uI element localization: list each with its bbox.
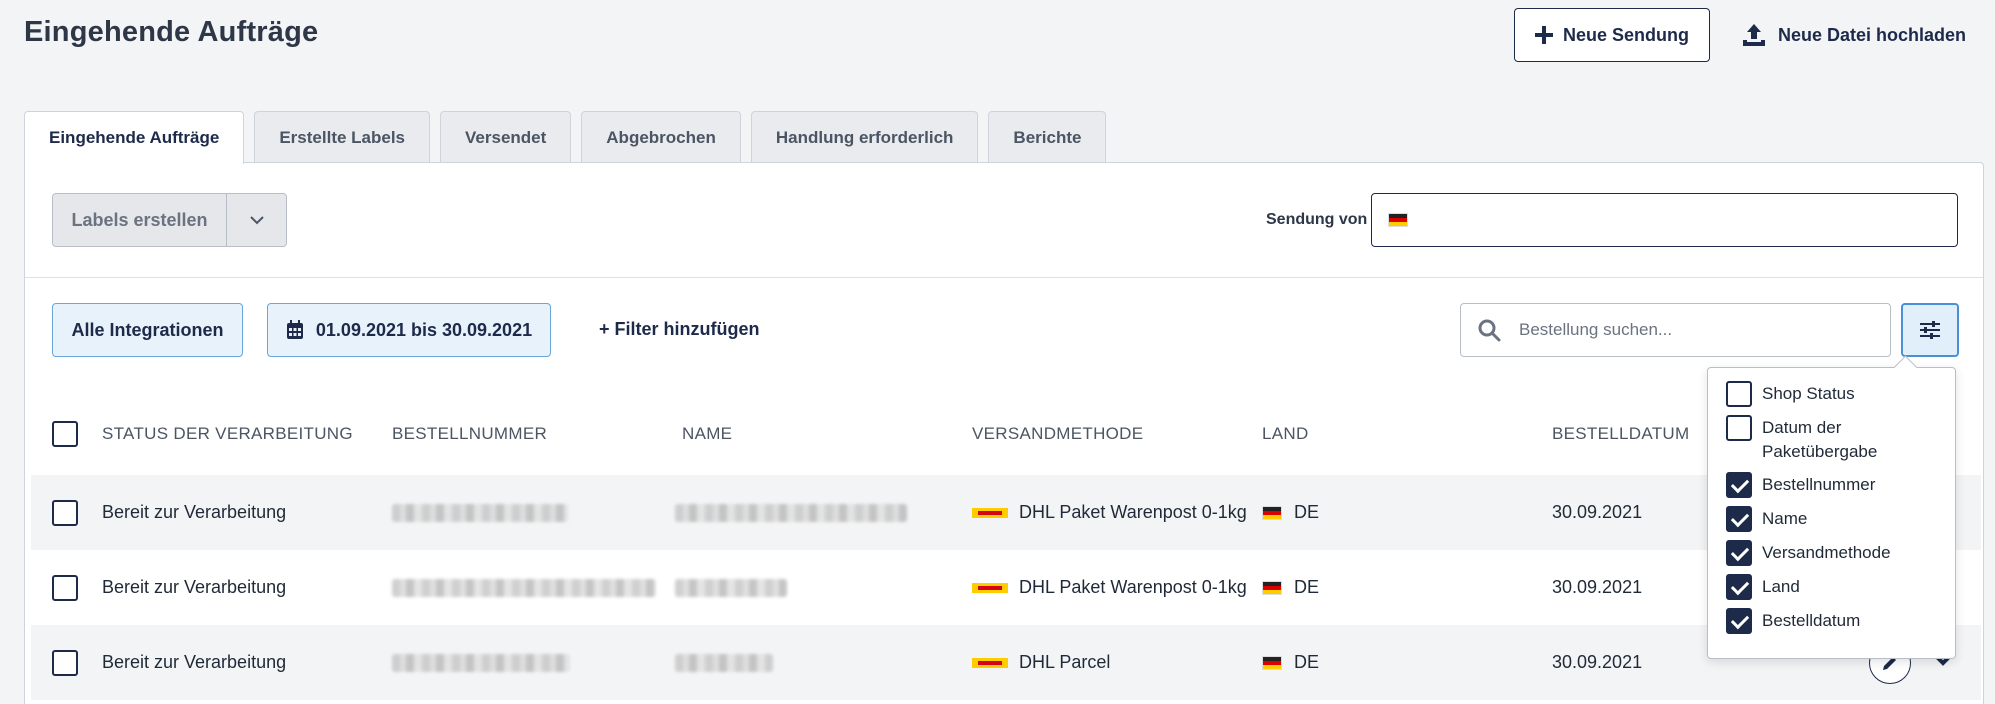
table-row[interactable]: Bereit zur Verarbeitung DHL Paket Warenp… <box>31 475 1981 550</box>
column-option-checkbox[interactable] <box>1726 506 1752 532</box>
row-country: DE <box>1294 577 1320 597</box>
column-option-checkbox[interactable] <box>1726 608 1752 634</box>
dhl-logo-icon <box>972 657 1008 668</box>
create-labels-dropdown-toggle[interactable] <box>227 194 286 246</box>
add-filter-link[interactable]: + Filter hinzufügen <box>599 319 760 340</box>
flag-de-icon <box>1262 580 1282 595</box>
upload-file-label: Neue Datei hochladen <box>1778 24 1967 45</box>
orders-panel: Labels erstellen Sendung von Alle Integr… <box>24 162 1984 704</box>
column-option-order-date[interactable]: Bestelldatum <box>1708 608 1955 634</box>
row-order-date: 30.09.2021 <box>1552 577 1643 597</box>
column-visibility-menu: Shop Status Datum der Paketübergabe Best… <box>1707 367 1956 659</box>
sliders-icon <box>1920 321 1940 339</box>
flag-de-icon <box>1262 655 1282 670</box>
order-number-redacted <box>392 503 568 522</box>
date-range-label: 01.09.2021 bis 30.09.2021 <box>315 319 533 340</box>
tab-shipped[interactable]: Versendet <box>440 111 572 163</box>
column-option-handover-date[interactable]: Datum der Paketübergabe <box>1708 415 1955 464</box>
order-search-field <box>1460 303 1891 357</box>
row-status: Bereit zur Verarbeitung <box>102 577 287 597</box>
dhl-logo-icon <box>972 507 1008 518</box>
sender-label: Sendung von <box>1266 211 1368 228</box>
toolbar-divider <box>25 277 1983 278</box>
row-checkbox[interactable] <box>52 499 78 526</box>
column-option-label: Bestellnummer <box>1762 475 1876 494</box>
date-range-filter-chip[interactable]: 01.09.2021 bis 30.09.2021 <box>267 303 551 357</box>
column-option-label: Land <box>1762 577 1800 596</box>
tab-reports[interactable]: Berichte <box>988 111 1107 163</box>
column-option-label: Datum der Paketübergabe <box>1762 418 1878 461</box>
row-order-date: 30.09.2021 <box>1552 502 1643 522</box>
customer-name-redacted <box>675 653 773 672</box>
calendar-icon <box>286 320 303 339</box>
column-option-label: Name <box>1762 509 1808 528</box>
upload-icon <box>1743 24 1765 46</box>
customer-name-redacted <box>675 578 787 597</box>
column-header-name[interactable]: NAME <box>682 424 732 444</box>
tab-incoming-orders[interactable]: Eingehende Aufträge <box>24 111 245 164</box>
column-option-checkbox[interactable] <box>1726 415 1752 441</box>
order-search-input[interactable] <box>1519 320 1879 340</box>
create-labels-button[interactable]: Labels erstellen <box>53 194 227 246</box>
table-row[interactable]: Bereit zur Verarbeitung DHL Parcel DE 30… <box>31 625 1981 700</box>
order-number-redacted <box>392 653 570 672</box>
flag-de-icon <box>1388 213 1408 227</box>
chevron-down-icon <box>249 216 264 225</box>
row-status: Bereit zur Verarbeitung <box>102 652 287 672</box>
column-option-shipping-method[interactable]: Versandmethode <box>1708 540 1955 566</box>
table-row[interactable]: Bereit zur Verarbeitung DHL Paket Warenp… <box>31 550 1981 625</box>
search-icon <box>1478 319 1501 342</box>
column-option-country[interactable]: Land <box>1708 574 1955 600</box>
tab-bar: Eingehende Aufträge Erstellte Labels Ver… <box>24 111 1107 164</box>
column-option-checkbox[interactable] <box>1726 574 1752 600</box>
column-header-order-date[interactable]: BESTELLDATUM <box>1552 424 1689 444</box>
row-checkbox[interactable] <box>52 649 78 676</box>
row-country: DE <box>1294 652 1320 672</box>
column-option-label: Bestelldatum <box>1762 611 1861 630</box>
table-header: STATUS DER VERARBEITUNG BESTELLNUMMER NA… <box>31 405 1981 463</box>
column-header-status[interactable]: STATUS DER VERARBEITUNG <box>102 424 353 444</box>
row-order-date: 30.09.2021 <box>1552 652 1643 672</box>
row-shipping-method: DHL Parcel <box>1019 652 1111 672</box>
column-option-name[interactable]: Name <box>1708 506 1955 532</box>
row-country: DE <box>1294 502 1320 522</box>
column-option-label: Shop Status <box>1762 384 1855 403</box>
order-number-redacted <box>392 578 656 597</box>
column-option-checkbox[interactable] <box>1726 472 1752 498</box>
column-option-label: Versandmethode <box>1762 543 1891 562</box>
column-header-shipping-method[interactable]: VERSANDMETHODE <box>972 424 1143 444</box>
plus-icon <box>1534 26 1553 44</box>
column-settings-button[interactable] <box>1901 303 1959 357</box>
column-option-order-number[interactable]: Bestellnummer <box>1708 472 1955 498</box>
row-status: Bereit zur Verarbeitung <box>102 502 287 522</box>
new-shipment-button[interactable]: Neue Sendung <box>1514 8 1710 62</box>
column-header-order-number[interactable]: BESTELLNUMMER <box>392 424 547 444</box>
sender-select[interactable] <box>1371 193 1958 247</box>
select-all-checkbox[interactable] <box>52 421 78 447</box>
tab-action-required[interactable]: Handlung erforderlich <box>750 111 979 163</box>
tab-created-labels[interactable]: Erstellte Labels <box>254 111 431 163</box>
create-labels-split-button: Labels erstellen <box>52 193 287 247</box>
new-shipment-label: Neue Sendung <box>1562 24 1689 45</box>
customer-name-redacted <box>675 503 907 522</box>
row-shipping-method: DHL Paket Warenpost 0-1kg <box>1019 502 1247 522</box>
page-title: Eingehende Aufträge <box>24 16 319 48</box>
column-option-checkbox[interactable] <box>1726 540 1752 566</box>
row-shipping-method: DHL Paket Warenpost 0-1kg <box>1019 577 1247 597</box>
upload-file-button[interactable]: Neue Datei hochladen <box>1742 8 1966 62</box>
column-option-shop-status[interactable]: Shop Status <box>1708 381 1955 407</box>
dhl-logo-icon <box>972 582 1008 593</box>
integrations-filter-chip[interactable]: Alle Integrationen <box>52 303 243 357</box>
flag-de-icon <box>1262 505 1282 520</box>
column-option-checkbox[interactable] <box>1726 381 1752 407</box>
column-header-country[interactable]: LAND <box>1262 424 1309 444</box>
tab-cancelled[interactable]: Abgebrochen <box>581 111 741 163</box>
row-checkbox[interactable] <box>52 574 78 601</box>
